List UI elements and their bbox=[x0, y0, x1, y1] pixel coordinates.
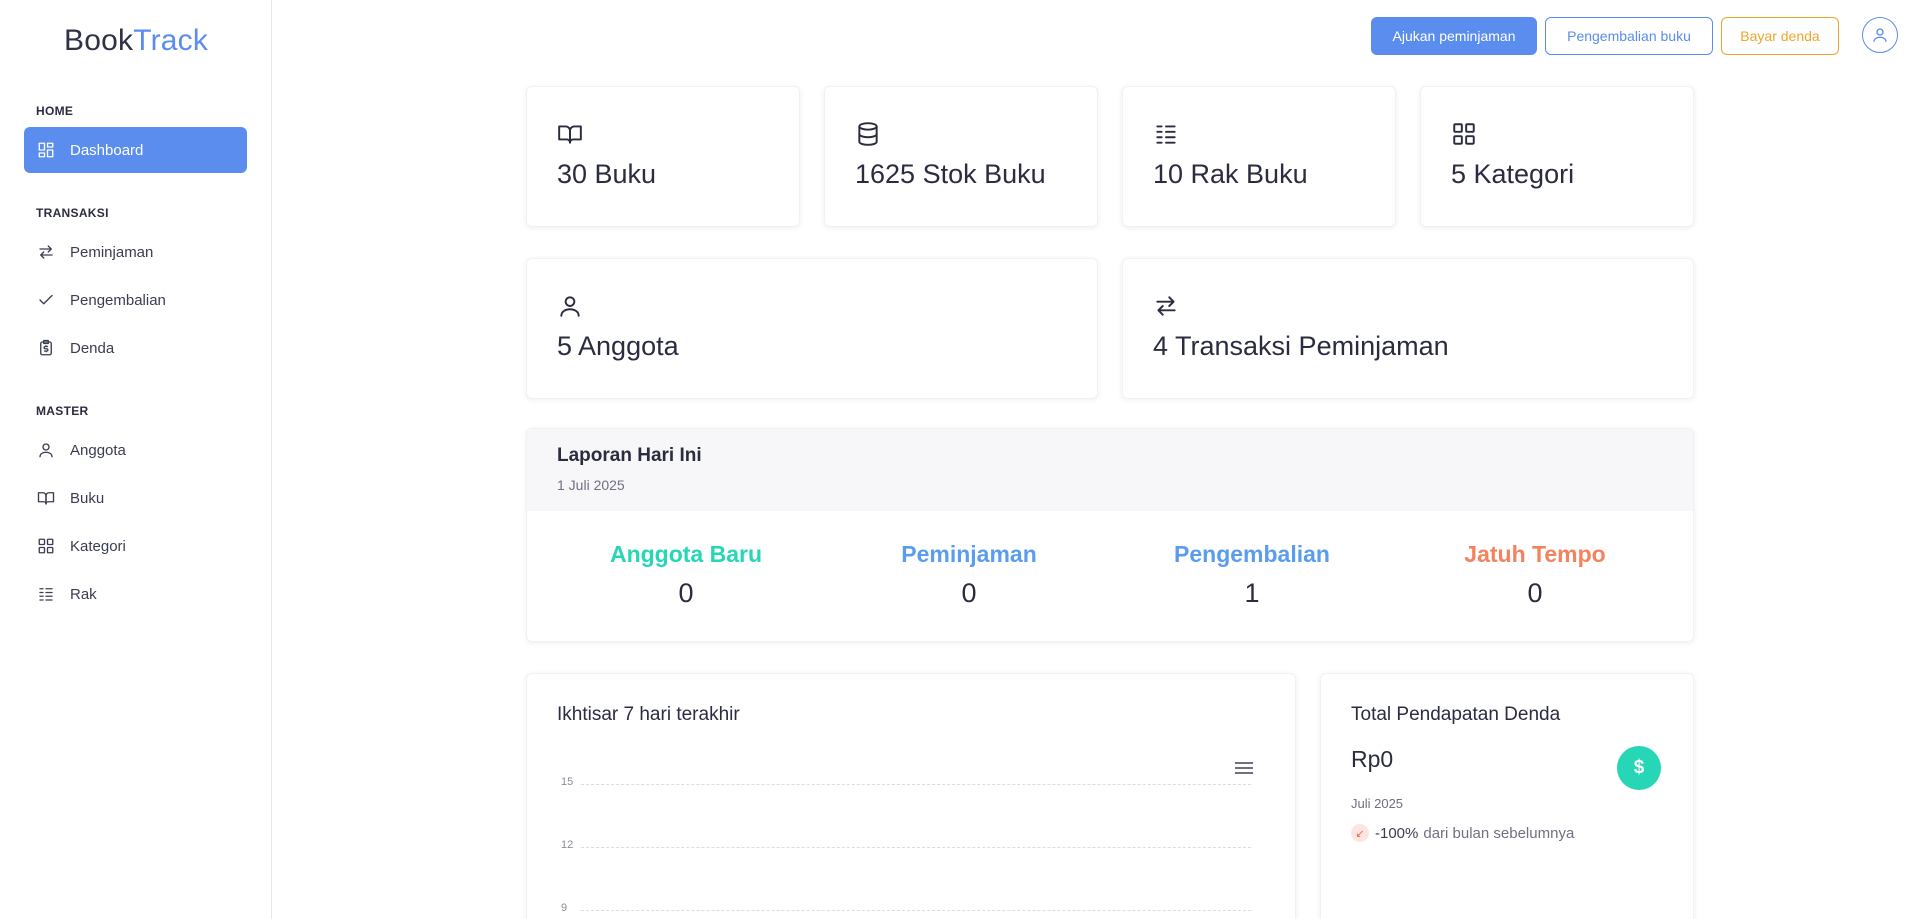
daily-report-card: Laporan Hari Ini 1 Juli 2025 Anggota Bar… bbox=[526, 428, 1694, 642]
sidebar-item-rak[interactable]: Rak bbox=[24, 571, 247, 617]
arrow-down-left-icon: ↙ bbox=[1351, 824, 1369, 842]
metric-label: Anggota Baru bbox=[609, 541, 763, 567]
metric-value: 1 bbox=[1244, 578, 1260, 608]
metric-borrowings: Peminjaman 0 bbox=[849, 541, 1089, 609]
sidebar-item-label: Kategori bbox=[70, 537, 126, 555]
sidebar-item-peminjaman[interactable]: Peminjaman bbox=[24, 229, 247, 275]
change-percent: -100% bbox=[1375, 824, 1419, 842]
stat-value: 4 Transaksi Peminjaman bbox=[1153, 331, 1449, 361]
sidebar-item-kategori[interactable]: Kategori bbox=[24, 523, 247, 569]
stat-value: 5 Kategori bbox=[1451, 159, 1575, 189]
sidebar-item-label: Denda bbox=[70, 339, 115, 357]
revenue-change: ↙ -100% dari bulan sebelumnya bbox=[1351, 824, 1574, 842]
grid-line bbox=[581, 910, 1251, 911]
sidebar-item-label: Buku bbox=[70, 489, 105, 507]
sidebar-item-label: Rak bbox=[70, 585, 97, 603]
sidebar-item-anggota[interactable]: Anggota bbox=[24, 427, 247, 473]
metric-label: Jatuh Tempo bbox=[1464, 541, 1606, 567]
grid-icon bbox=[36, 536, 56, 556]
stat-card-books: 30 Buku bbox=[526, 86, 800, 227]
dashboard-icon bbox=[36, 140, 56, 160]
sidebar: BookTrack HOME Dashboard TRANSAKSI Pemin… bbox=[0, 0, 272, 919]
stat-card-members: 5 Anggota bbox=[526, 258, 1098, 399]
user-icon bbox=[557, 293, 585, 321]
chart-menu-icon[interactable] bbox=[1235, 762, 1253, 776]
y-tick-label: 12 bbox=[561, 839, 574, 851]
fine-revenue-card: Total Pendapatan Denda Rp0 $ Juli 2025 ↙… bbox=[1320, 673, 1694, 919]
report-date: 1 Juli 2025 bbox=[557, 477, 625, 493]
check-icon bbox=[36, 290, 56, 310]
pay-fine-button[interactable]: Bayar denda bbox=[1721, 17, 1839, 55]
book-icon bbox=[557, 121, 585, 149]
revenue-amount: Rp0 bbox=[1351, 746, 1394, 772]
grid-line bbox=[581, 784, 1251, 785]
y-tick-label: 9 bbox=[561, 902, 568, 914]
swap-icon bbox=[1153, 293, 1181, 321]
stat-value: 1625 Stok Buku bbox=[855, 159, 1046, 189]
sidebar-item-label: Dashboard bbox=[70, 141, 144, 159]
dollar-icon: $ bbox=[1617, 746, 1661, 790]
section-label-transaksi: TRANSAKSI bbox=[36, 206, 109, 220]
metric-returns: Pengembalian 1 bbox=[1132, 541, 1372, 609]
user-avatar-button[interactable] bbox=[1862, 17, 1898, 53]
borrow-request-button[interactable]: Ajukan peminjaman bbox=[1371, 17, 1537, 55]
sidebar-item-label: Pengembalian bbox=[70, 291, 166, 309]
stat-card-categories: 5 Kategori bbox=[1420, 86, 1694, 227]
return-book-button[interactable]: Pengembalian buku bbox=[1545, 17, 1713, 55]
user-icon bbox=[1873, 28, 1887, 42]
stat-value: 30 Buku bbox=[557, 159, 657, 189]
metric-value: 0 bbox=[961, 578, 977, 608]
user-icon bbox=[36, 440, 56, 460]
section-label-master: MASTER bbox=[36, 404, 89, 418]
sidebar-item-pengembalian[interactable]: Pengembalian bbox=[24, 277, 247, 323]
sidebar-item-denda[interactable]: Denda bbox=[24, 325, 247, 371]
metric-label: Peminjaman bbox=[901, 541, 1037, 567]
book-icon bbox=[36, 488, 56, 508]
sidebar-item-buku[interactable]: Buku bbox=[24, 475, 247, 521]
report-title: Laporan Hari Ini bbox=[557, 445, 702, 466]
stat-value: 10 Rak Buku bbox=[1153, 159, 1308, 189]
metric-value: 0 bbox=[1527, 578, 1543, 608]
revenue-title: Total Pendapatan Denda bbox=[1351, 704, 1561, 725]
metric-label: Pengembalian bbox=[1174, 541, 1330, 567]
y-tick-label: 15 bbox=[561, 776, 574, 788]
list-icon bbox=[36, 584, 56, 604]
sidebar-item-dashboard[interactable]: Dashboard bbox=[24, 127, 247, 173]
swap-icon bbox=[36, 242, 56, 262]
stat-value: 5 Anggota bbox=[557, 331, 679, 361]
revenue-period: Juli 2025 bbox=[1351, 796, 1404, 811]
metric-overdue: Jatuh Tempo 0 bbox=[1415, 541, 1655, 609]
app-logo[interactable]: BookTrack bbox=[64, 24, 208, 58]
sidebar-item-label: Anggota bbox=[70, 441, 126, 459]
metric-new-members: Anggota Baru 0 bbox=[566, 541, 806, 609]
clipboard-dollar-icon bbox=[36, 338, 56, 358]
overview-title: Ikhtisar 7 hari terakhir bbox=[557, 704, 740, 725]
section-label-home: HOME bbox=[36, 104, 74, 118]
stat-card-transactions: 4 Transaksi Peminjaman bbox=[1122, 258, 1694, 399]
sidebar-item-label: Peminjaman bbox=[70, 243, 154, 261]
list-icon bbox=[1153, 121, 1181, 149]
grid-icon bbox=[1451, 121, 1479, 149]
database-icon bbox=[855, 121, 883, 149]
metric-value: 0 bbox=[678, 578, 694, 608]
stat-card-stock: 1625 Stok Buku bbox=[824, 86, 1098, 227]
change-text: dari bulan sebelumnya bbox=[1423, 824, 1575, 842]
grid-line bbox=[581, 847, 1251, 848]
overview-chart-card: Ikhtisar 7 hari terakhir 15 12 9 bbox=[526, 673, 1296, 919]
stat-card-shelves: 10 Rak Buku bbox=[1122, 86, 1396, 227]
report-header: Laporan Hari Ini 1 Juli 2025 bbox=[527, 429, 1693, 511]
